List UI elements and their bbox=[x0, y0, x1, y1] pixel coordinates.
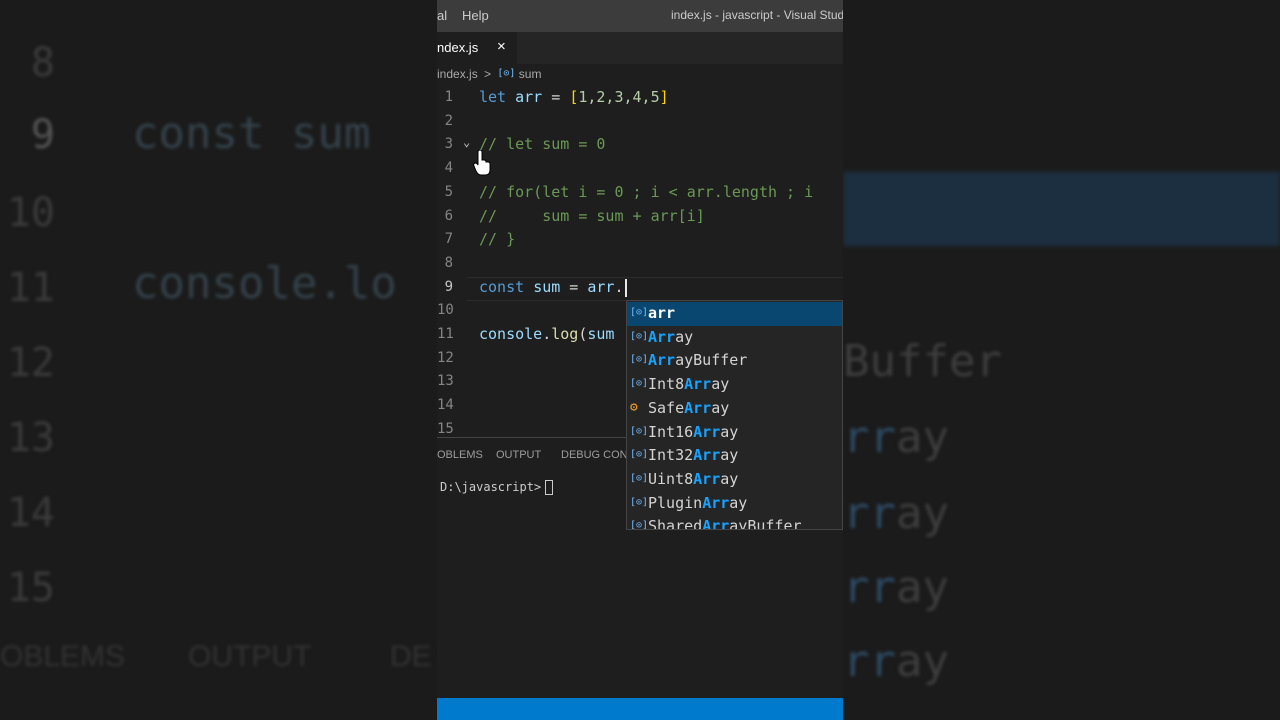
code-line: 1 let arr = [1,2,3,4,5] bbox=[437, 87, 843, 111]
code-line: 2 bbox=[437, 111, 843, 135]
terminal-prompt: D:\javascript> bbox=[440, 480, 542, 494]
code-line: 5 // for(let i = 0 ; i < arr.length ; i bbox=[437, 182, 843, 206]
bg-line-number: 11 bbox=[6, 265, 55, 311]
menu-item-help[interactable]: Help bbox=[462, 8, 489, 23]
tab-index-js[interactable]: ndex.js × bbox=[437, 32, 517, 64]
suggestion-item[interactable]: [⊙] PluginArray bbox=[627, 492, 842, 516]
bg-code-line: console.lo bbox=[132, 258, 397, 309]
suggestion-item[interactable]: [⊙] ArrayBuffer bbox=[627, 349, 842, 373]
code-line: 7 // } bbox=[437, 229, 843, 253]
suggestion-item[interactable]: [⊙] SharedArrayBuffer bbox=[627, 515, 842, 530]
suggestion-item[interactable]: [⊙] Int32Array bbox=[627, 444, 842, 468]
bg-line-number: 10 bbox=[6, 190, 55, 236]
tab-label: ndex.js bbox=[437, 40, 479, 55]
variable-icon: [⊙] bbox=[630, 330, 649, 342]
suggestion-item[interactable]: [⊙] Int8Array bbox=[627, 373, 842, 397]
status-bar bbox=[437, 698, 843, 720]
bg-panel-tab: OUTPUT bbox=[188, 640, 312, 673]
bg-code-line: const sum bbox=[132, 108, 371, 159]
bg-line-number: 9 bbox=[30, 112, 55, 158]
code-line: 4 bbox=[437, 158, 843, 182]
code-line: 8 bbox=[437, 253, 843, 277]
text-caret bbox=[624, 278, 627, 297]
variable-icon: [⊙] bbox=[630, 378, 649, 390]
line-number: 12 bbox=[437, 350, 454, 366]
line-number: 2 bbox=[444, 113, 453, 129]
suggestion-item[interactable]: ⚙ SafeArray bbox=[627, 397, 842, 421]
bg-suggest-word: rray bbox=[843, 562, 949, 613]
terminal[interactable]: D:\javascript> bbox=[440, 480, 554, 495]
variable-icon: [⊙] bbox=[630, 472, 649, 484]
title-bar: al Help index.js - javascript - Visual S… bbox=[437, 0, 843, 32]
line-number: 14 bbox=[437, 397, 454, 413]
variable-icon: [⊙] bbox=[630, 449, 649, 461]
line-number: 5 bbox=[444, 184, 453, 200]
fold-chevron-icon[interactable]: ⌄ bbox=[463, 135, 470, 149]
code-line-active: 9 const sum = arr. bbox=[437, 277, 843, 301]
tab-debug-console[interactable]: DEBUG CONS bbox=[561, 449, 635, 461]
breadcrumb-file[interactable]: index.js bbox=[437, 67, 478, 81]
close-icon[interactable]: × bbox=[497, 38, 506, 55]
line-number: 6 bbox=[444, 208, 453, 224]
line-number: 7 bbox=[444, 231, 453, 247]
code-line: 6 // sum = sum + arr[i] bbox=[437, 206, 843, 230]
tab-problems[interactable]: OBLEMS bbox=[437, 449, 483, 461]
tab-output[interactable]: OUTPUT bbox=[496, 449, 541, 461]
code-line: 3 ⌄ // let sum = 0 bbox=[437, 134, 843, 158]
bg-suggest-word: rray bbox=[843, 412, 949, 463]
variable-icon: [⊙] bbox=[497, 68, 516, 80]
bg-suggest-word: rray bbox=[843, 636, 949, 687]
window-title: index.js - javascript - Visual Studi bbox=[671, 8, 843, 22]
bg-suggest-word: Buffer bbox=[843, 336, 1002, 387]
suggestion-item[interactable]: [⊙] arr bbox=[627, 302, 842, 326]
suggest-widget[interactable]: [⊙] arr [⊙] Array [⊙] ArrayBuffer [⊙] In… bbox=[626, 300, 843, 530]
line-number: 10 bbox=[437, 302, 454, 318]
editor-tab-bar: ndex.js × bbox=[437, 32, 843, 64]
variable-icon: [⊙] bbox=[630, 354, 649, 366]
chevron-right-icon: > bbox=[484, 66, 492, 81]
bg-line-number: 13 bbox=[6, 415, 55, 461]
variable-icon: [⊙] bbox=[630, 425, 649, 437]
suggestion-item[interactable]: [⊙] Uint8Array bbox=[627, 468, 842, 492]
line-number: 9 bbox=[444, 279, 453, 295]
variable-icon: [⊙] bbox=[630, 496, 649, 508]
terminal-cursor bbox=[545, 480, 554, 495]
breadcrumb-symbol[interactable]: sum bbox=[519, 67, 542, 81]
bg-panel-tab: OBLEMS bbox=[0, 640, 126, 673]
variable-icon: [⊙] bbox=[630, 520, 649, 530]
line-number: 4 bbox=[444, 160, 453, 176]
line-number: 15 bbox=[437, 421, 454, 437]
vscode-window: al Help index.js - javascript - Visual S… bbox=[437, 0, 843, 720]
class-icon: ⚙ bbox=[630, 399, 638, 415]
line-number: 1 bbox=[444, 89, 453, 105]
line-number: 8 bbox=[444, 255, 453, 271]
bg-line-number: 14 bbox=[6, 490, 55, 536]
breadcrumb: index.js > [⊙] sum bbox=[437, 66, 541, 86]
bg-line-number: 15 bbox=[6, 565, 55, 611]
line-number: 13 bbox=[437, 373, 454, 389]
variable-icon: [⊙] bbox=[630, 307, 649, 318]
line-number: 11 bbox=[437, 326, 454, 342]
hand-cursor-icon bbox=[473, 150, 491, 176]
bg-suggest-highlight bbox=[843, 172, 1280, 246]
menu-item-terminal[interactable]: al bbox=[437, 8, 447, 23]
suggestion-item[interactable]: [⊙] Array bbox=[627, 326, 842, 350]
bg-line-number: 8 bbox=[30, 40, 55, 86]
bg-suggest-word: rray bbox=[843, 488, 949, 539]
bg-panel-tab: DE bbox=[390, 640, 432, 673]
suggestion-item[interactable]: [⊙] Int16Array bbox=[627, 421, 842, 445]
bg-line-number: 12 bbox=[6, 340, 55, 386]
line-number: 3 bbox=[444, 136, 453, 152]
